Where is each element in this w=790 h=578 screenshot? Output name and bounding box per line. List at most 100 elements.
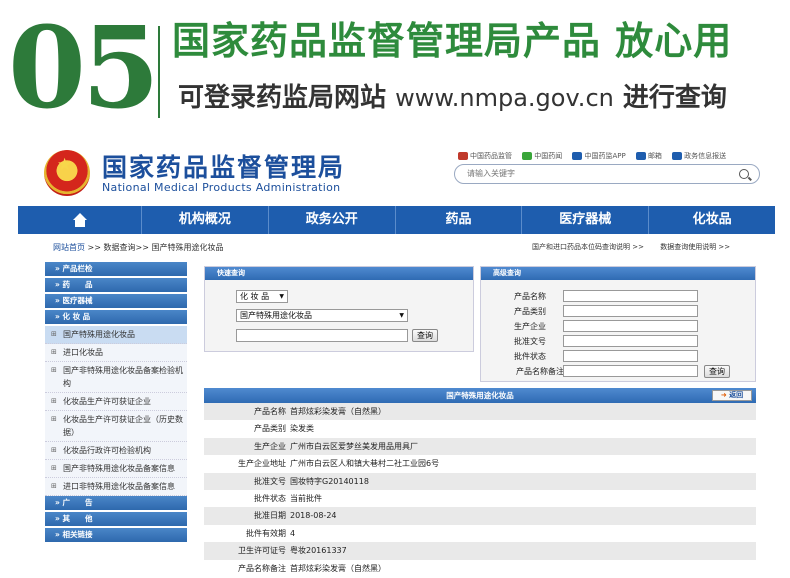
sidebar-category[interactable]: » 医疗器械	[45, 294, 187, 308]
field-label: 产品名称	[514, 292, 546, 301]
quick-query-button[interactable]: 查询	[412, 329, 438, 342]
site-search	[454, 164, 760, 184]
sidebar-item-licensed-firms-history[interactable]: 化妆品生产许可获证企业（历史数据）	[45, 411, 187, 442]
detail-rows: 产品名称 首邦炫彩染发膏（自然黑） 产品类别 染发类 生产企业 广州市白云区爱梦丝美发…	[204, 403, 756, 577]
sidebar-category[interactable]: » 相关链接	[45, 528, 187, 542]
category-select[interactable]: 化 妆 品 ▼	[236, 290, 288, 303]
field-label: 产品类别	[514, 307, 546, 316]
detail-row: 卫生许可证号 粤妆20161337	[204, 542, 756, 560]
sidebar-item-imported[interactable]: 进口化妆品	[45, 344, 187, 362]
field-label: 批件状态	[514, 352, 546, 361]
row-value: 当前批件	[290, 493, 322, 503]
row-label: 批件有效期	[246, 528, 286, 538]
row-label: 产品名称备注	[238, 563, 286, 573]
detail-row: 批准文号 国妆特字G20140118	[204, 472, 756, 490]
sidebar-item-imported-filing[interactable]: 进口非特殊用途化妆品备案信息	[45, 478, 187, 496]
nav-government-affairs[interactable]: 政务公开	[269, 206, 396, 234]
row-label: 产品类别	[254, 424, 286, 434]
site-subtitle: National Medical Products Administration	[102, 181, 341, 194]
nav-cosmetics[interactable]: 化妆品	[649, 206, 775, 234]
subline-url: www.nmpa.gov.cn	[395, 84, 614, 112]
detail-title: 国产特殊用途化妆品	[446, 391, 514, 400]
approval-status-field[interactable]	[563, 350, 698, 362]
approval-number-field[interactable]	[563, 335, 698, 347]
report-link[interactable]: 政务信息报送	[672, 152, 726, 160]
product-detail: 国产特殊用途化妆品 返回 产品名称首邦炫彩染发膏（自然黑） 产品类别染发类 生产…	[204, 388, 756, 578]
sidebar-item-domestic-filing[interactable]: 国产非特殊用途化妆品备案信息	[45, 460, 187, 478]
sidebar-category[interactable]: » 产品栏检	[45, 262, 187, 276]
subline-prefix: 可登录药监局网站	[178, 83, 387, 113]
nav-about[interactable]: 机构概况	[142, 206, 269, 234]
main-nav: 机构概况 政务公开 药品 医疗器械 化妆品	[18, 206, 775, 234]
sidebar-item-filing-labs[interactable]: 国产非特殊用途化妆品备案检验机构	[45, 362, 187, 393]
product-name-remark-field[interactable]	[563, 365, 698, 377]
search-icon[interactable]	[739, 169, 749, 179]
detail-row: 产品名称备注 首邦炫彩染发膏（自然黑）	[204, 559, 756, 577]
sidebar-item-domestic-special[interactable]: 国产特殊用途化妆品	[45, 326, 187, 344]
sidebar-category[interactable]: » 药 品	[45, 278, 187, 292]
product-category-field[interactable]	[563, 305, 698, 317]
detail-row: 批件状态 当前批件	[204, 489, 756, 508]
row-value: 首邦炫彩染发膏（自然黑）	[290, 407, 386, 416]
step-number: 05	[8, 3, 160, 134]
detail-row: 产品名称 首邦炫彩染发膏（自然黑）	[204, 403, 756, 421]
breadcrumb: 网站首页 >> 数据查询>> 国产特殊用途化妆品	[53, 242, 223, 253]
divider	[158, 26, 160, 118]
detail-header: 国产特殊用途化妆品 返回	[204, 388, 756, 403]
promo-banner: 05 国家药品监督管理局产品 放心用 可登录药监局网站 www.nmpa.gov…	[0, 0, 790, 140]
quick-search-title: 快速查询	[205, 267, 473, 280]
type-select[interactable]: 国产特殊用途化妆品 ▼	[236, 309, 408, 322]
manufacturer-field[interactable]	[563, 320, 698, 332]
detail-row: 批件有效期 4	[204, 524, 756, 543]
national-emblem-icon: ★	[44, 150, 90, 196]
sidebar-category[interactable]: » 其 他	[45, 512, 187, 526]
quick-search-input[interactable]	[236, 329, 408, 342]
row-label: 生产企业地址	[238, 459, 286, 469]
row-value: 首邦炫彩染发膏（自然黑）	[290, 563, 386, 573]
banner-subline: 可登录药监局网站 www.nmpa.gov.cn 进行查询	[178, 78, 727, 118]
nmpa-website: ★ 国家药品监督管理局 National Medical Products Ad…	[18, 140, 775, 578]
product-name-field[interactable]	[563, 290, 698, 302]
row-value: 粤妆20161337	[290, 546, 347, 556]
site-title[interactable]: 国家药品监督管理局	[102, 148, 345, 184]
nav-medical-devices[interactable]: 医疗器械	[522, 206, 650, 234]
detail-row: 生产企业地址 广州市白云区人和镇大巷村二社工业园6号	[204, 455, 756, 473]
app-link[interactable]: 中国药监APP	[572, 152, 626, 160]
code-query-help-link[interactable]: 国产和进口药品本位码查询说明 >>	[532, 243, 644, 251]
row-value: 染发类	[290, 424, 314, 434]
advanced-query-button[interactable]: 查询	[704, 365, 730, 378]
detail-row: 生产企业 广州市白云区爱梦丝美发用品用具厂	[204, 437, 756, 456]
chevron-down-icon: ▼	[399, 312, 404, 319]
sidebar-category[interactable]: » 广 告	[45, 496, 187, 510]
help-links: 国产和进口药品本位码查询说明 >> 数据查询使用说明 >>	[532, 242, 744, 252]
sidebar-category[interactable]: » 化 妆 品	[45, 310, 187, 324]
row-value: 2018-08-24	[290, 511, 337, 521]
top-links: 中国药品监管 中国药闻 中国药监APP 邮箱 政务信息报送	[458, 151, 734, 161]
data-query-help-link[interactable]: 数据查询使用说明 >>	[660, 243, 730, 251]
row-label: 批件状态	[254, 493, 286, 503]
row-value: 国妆特字G20140118	[290, 476, 369, 486]
breadcrumb-path: >> 数据查询>> 国产特殊用途化妆品	[87, 243, 224, 252]
field-label: 批准文号	[514, 337, 546, 346]
row-label: 生产企业	[254, 441, 286, 451]
wechat-link[interactable]: 中国药闻	[522, 152, 562, 160]
sidebar-item-permit-labs[interactable]: 化妆品行政许可检验机构	[45, 442, 187, 460]
mail-icon	[635, 152, 646, 160]
row-value: 4	[290, 528, 296, 538]
field-label: 生产企业	[514, 322, 546, 331]
home-icon	[72, 212, 88, 227]
nav-drugs[interactable]: 药品	[396, 206, 523, 234]
weibo-icon	[458, 152, 468, 160]
row-value: 广州市白云区爱梦丝美发用品用具厂	[290, 441, 418, 451]
detail-row: 批准日期 2018-08-24	[204, 507, 756, 525]
breadcrumb-home[interactable]: 网站首页	[53, 243, 85, 252]
back-button[interactable]: 返回	[712, 390, 752, 401]
weibo-link[interactable]: 中国药品监管	[458, 152, 512, 160]
mail-link[interactable]: 邮箱	[635, 152, 662, 160]
row-label: 批准文号	[254, 476, 286, 486]
row-label: 批准日期	[254, 511, 286, 521]
nav-home[interactable]	[18, 206, 142, 234]
search-input[interactable]	[467, 169, 727, 178]
sidebar-item-licensed-firms[interactable]: 化妆品生产许可获证企业	[45, 393, 187, 411]
phone-icon	[572, 152, 583, 160]
